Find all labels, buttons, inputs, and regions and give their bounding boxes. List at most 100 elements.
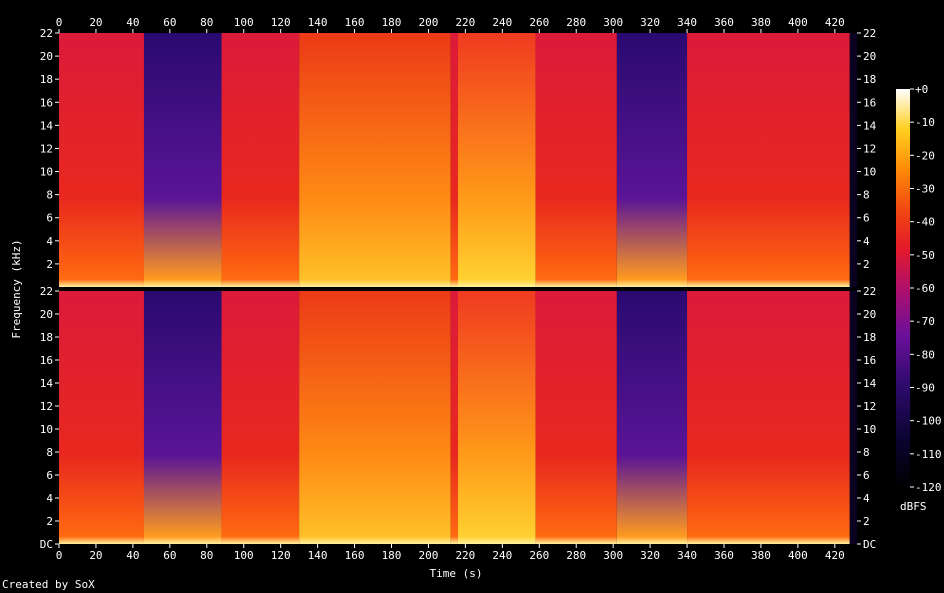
- colorbar-tick-label: -10: [915, 116, 935, 129]
- y-tick-label-left: 6: [46, 212, 53, 225]
- y-tick-label-right: 2: [863, 258, 870, 271]
- x-tick-label-bottom: 80: [200, 549, 213, 562]
- x-tick-label-bottom: 260: [529, 549, 549, 562]
- x-tick-label-top: 60: [163, 16, 176, 29]
- y-tick-label-right: 10: [863, 166, 876, 179]
- colorbar-tick-label: -50: [915, 249, 935, 262]
- y-tick-label-left: 16: [40, 354, 53, 367]
- x-tick-label-top: 340: [677, 16, 697, 29]
- x-tick-label-top: 0: [56, 16, 63, 29]
- y-tick-label-left: 10: [40, 423, 53, 436]
- colorbar-tick-label: -20: [915, 149, 935, 162]
- y-tick-label-left: 12: [40, 400, 53, 413]
- x-tick-label-top: 380: [751, 16, 771, 29]
- x-tick-label-bottom: 60: [163, 549, 176, 562]
- spectrogram-segment: [59, 291, 144, 544]
- colorbar-tick-label: -70: [915, 315, 935, 328]
- x-tick-label-top: 300: [603, 16, 623, 29]
- y-tick-label-left: 14: [40, 377, 54, 390]
- y-tick-label-left: 4: [46, 492, 53, 505]
- y-tick-label-left: 2: [46, 258, 53, 271]
- colorbar-tick-label: -90: [915, 382, 935, 395]
- spectrogram-segment: [450, 291, 458, 544]
- y-tick-label-right: 12: [863, 400, 876, 413]
- y-tick-label-left: 18: [40, 331, 53, 344]
- spectrogram-segment: [221, 291, 300, 544]
- x-tick-label-top: 360: [714, 16, 734, 29]
- y-tick-label-right: 14: [863, 377, 877, 390]
- spectrogram-segment: [687, 291, 850, 544]
- y-tick-label-right: 2: [863, 515, 870, 528]
- y-tick-label-right: 10: [863, 423, 876, 436]
- x-axis-label: Time (s): [430, 567, 483, 580]
- spectrogram-segment: [59, 33, 144, 287]
- y-tick-label-left: 22: [40, 285, 53, 298]
- x-tick-label-bottom: 240: [492, 549, 512, 562]
- x-tick-label-bottom: 360: [714, 549, 734, 562]
- y-tick-label-right: 6: [863, 469, 870, 482]
- y-tick-label-left: 8: [46, 446, 53, 459]
- colorbar: [896, 89, 910, 487]
- spectrogram-segment: [450, 33, 458, 287]
- x-tick-label-top: 420: [825, 16, 845, 29]
- y-axis-label: Frequency (kHz): [10, 239, 23, 338]
- x-tick-label-bottom: 300: [603, 549, 623, 562]
- credit-text: Created by SoX: [2, 578, 95, 591]
- colorbar-tick-label: -100: [915, 415, 942, 428]
- channel-panel-2: [59, 291, 857, 544]
- y-tick-label-right: 22: [863, 27, 876, 40]
- y-tick-label-left: 10: [40, 166, 53, 179]
- colorbar-tick-label: -120: [915, 481, 942, 494]
- y-tick-label-left: 14: [40, 119, 54, 132]
- y-tick-label-right: 8: [863, 446, 870, 459]
- y-tick-label-right: 4: [863, 235, 870, 248]
- x-tick-label-bottom: 140: [308, 549, 328, 562]
- y-tick-label-left: 4: [46, 235, 53, 248]
- y-tick-label-right: 6: [863, 212, 870, 225]
- colorbar-tick-label: -40: [915, 216, 935, 229]
- spectrogram-panels: [59, 33, 857, 544]
- x-tick-label-top: 240: [492, 16, 512, 29]
- y-tick-label-left: 16: [40, 96, 53, 109]
- x-tick-label-bottom: 160: [345, 549, 365, 562]
- spectrogram-segment: [458, 291, 536, 544]
- y-tick-label-right: 4: [863, 492, 870, 505]
- y-tick-label-right: 16: [863, 96, 876, 109]
- y-tick-label-left: DC: [40, 538, 53, 551]
- colorbar-tick-label: -110: [915, 448, 942, 461]
- y-tick-label-right: 18: [863, 331, 876, 344]
- colorbar-tick-label: +0: [915, 83, 928, 96]
- spectrogram-segment: [458, 33, 536, 287]
- x-tick-label-bottom: 420: [825, 549, 845, 562]
- y-tick-label-right: 20: [863, 308, 876, 321]
- y-tick-label-right: 16: [863, 354, 876, 367]
- spectrogram-segment: [221, 33, 300, 287]
- y-tick-label-left: 18: [40, 73, 53, 86]
- colorbar-tick-label: -80: [915, 348, 935, 361]
- spectrogram-segment: [616, 33, 688, 287]
- y-tick-label-left: 12: [40, 142, 53, 155]
- spectrogram-figure: 0 0 20 20 40 40 60 60 80 80 100 100 120 120 140 140 160 1…: [10, 16, 942, 580]
- y-tick-label-right: 18: [863, 73, 876, 86]
- x-tick-label-top: 160: [345, 16, 365, 29]
- x-tick-label-top: 320: [640, 16, 660, 29]
- x-tick-label-top: 120: [271, 16, 291, 29]
- x-tick-label-top: 280: [566, 16, 586, 29]
- x-tick-label-top: 100: [234, 16, 254, 29]
- x-tick-label-bottom: 0: [56, 549, 63, 562]
- x-tick-label-bottom: 180: [382, 549, 402, 562]
- colorbar-tick-label: -30: [915, 183, 935, 196]
- x-tick-label-bottom: 220: [455, 549, 475, 562]
- x-tick-label-top: 40: [126, 16, 139, 29]
- channel-panel-1: [59, 33, 857, 287]
- x-tick-label-top: 400: [788, 16, 808, 29]
- x-tick-label-bottom: 200: [419, 549, 439, 562]
- y-tick-label-left: 8: [46, 189, 53, 202]
- y-tick-label-left: 22: [40, 27, 53, 40]
- x-tick-label-top: 140: [308, 16, 328, 29]
- x-tick-label-top: 260: [529, 16, 549, 29]
- x-tick-label-bottom: 280: [566, 549, 586, 562]
- x-tick-label-bottom: 400: [788, 549, 808, 562]
- colorbar-ticks: +0 -10 -20 -30 -40 -50 -60 -70 -80 -90 -100 -110 -12…: [910, 83, 942, 494]
- x-tick-label-top: 200: [419, 16, 439, 29]
